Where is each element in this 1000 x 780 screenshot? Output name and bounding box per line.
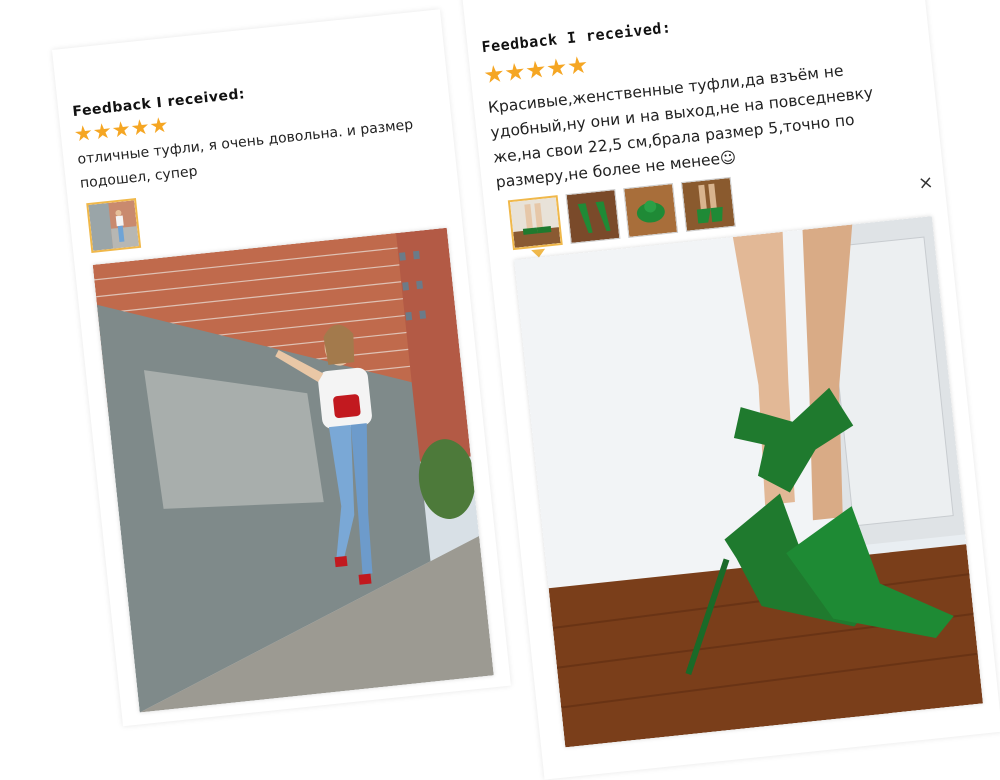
close-icon[interactable]: × — [917, 172, 934, 194]
star-icon — [150, 116, 169, 135]
review-heading: Feedback I received: — [480, 18, 673, 57]
star-icon — [112, 120, 131, 139]
rating-stars — [484, 55, 588, 85]
review-photo — [514, 216, 984, 748]
review-photo — [92, 227, 494, 713]
review-thumbnail[interactable] — [623, 182, 679, 238]
star-icon — [74, 124, 93, 143]
star-icon — [525, 60, 546, 81]
star-icon — [505, 62, 526, 83]
review-card-right: Feedback I received: Красивые,женственны… — [462, 0, 1000, 780]
star-icon — [567, 55, 588, 76]
thumbnail-strip — [86, 198, 142, 253]
review-heading: Feedback I received: — [71, 86, 246, 121]
review-thumbnail[interactable] — [680, 176, 736, 232]
star-icon — [546, 58, 567, 79]
star-icon — [131, 118, 150, 137]
review-thumbnail[interactable] — [565, 189, 621, 245]
review-thumbnail[interactable] — [507, 195, 563, 251]
star-icon — [484, 64, 505, 85]
review-thumbnail[interactable] — [86, 198, 142, 253]
star-icon — [93, 122, 112, 141]
review-card-left: Feedback I received: отличные туфли, я о… — [52, 9, 511, 727]
